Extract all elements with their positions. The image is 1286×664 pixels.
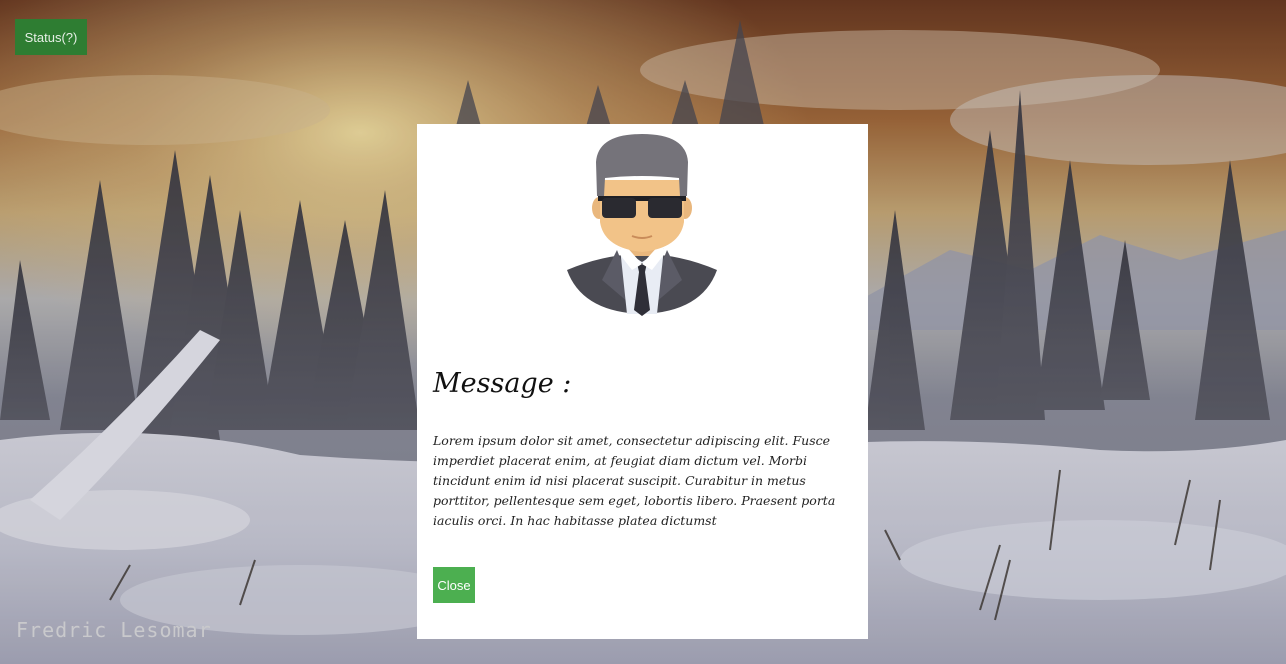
close-button[interactable]: Close xyxy=(433,567,475,603)
author-signature: Fredric Lesomar xyxy=(16,618,212,642)
man-with-sunglasses-avatar-icon xyxy=(567,134,717,316)
page: Status(?) Fredric Lesomar Message : Lore… xyxy=(0,0,1286,664)
status-button[interactable]: Status(?) xyxy=(15,19,87,55)
message-body: Lorem ipsum dolor sit amet, consectetur … xyxy=(433,433,836,528)
message-title: Message : xyxy=(433,368,572,399)
